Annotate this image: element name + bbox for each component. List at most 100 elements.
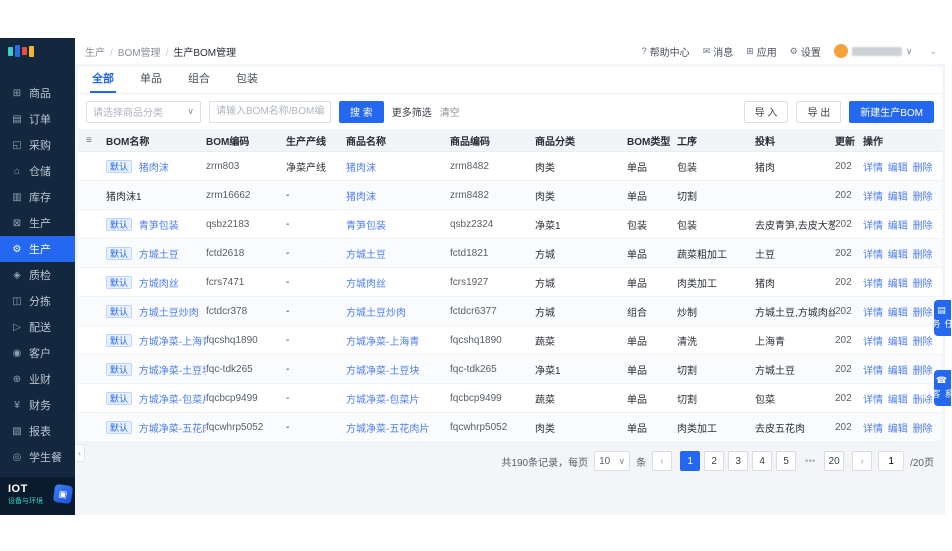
bom-name-link[interactable]: 方城土豆: [139, 250, 179, 261]
edit-link[interactable]: 编辑: [888, 366, 908, 377]
iot-footer[interactable]: IOT 设备与环境 ▣: [0, 477, 75, 515]
product-name-link[interactable]: 方城净菜-土豆块: [346, 366, 419, 377]
product-name-link[interactable]: 方城净菜-上海青: [346, 337, 419, 348]
delete-link[interactable]: 删除: [913, 337, 933, 348]
page-button[interactable]: •••: [800, 451, 820, 471]
page-button[interactable]: 5: [776, 451, 796, 471]
import-button[interactable]: 导 入: [744, 101, 789, 123]
sidebar-item[interactable]: ▧ 报表: [0, 418, 75, 444]
tab[interactable]: 组合: [186, 65, 212, 93]
breadcrumb-item[interactable]: BOM管理: [105, 44, 161, 59]
delete-link[interactable]: 删除: [913, 192, 933, 203]
breadcrumb-item[interactable]: 生产BOM管理: [161, 44, 237, 59]
floating-button[interactable]: ▤ 任务: [934, 300, 951, 336]
sidebar-item[interactable]: ◉ 客户: [0, 340, 75, 366]
detail-link[interactable]: 详情: [863, 221, 883, 232]
product-name-link[interactable]: 方城净菜-五花肉片: [346, 424, 429, 435]
bom-name-link[interactable]: 猪肉沫1: [106, 192, 142, 203]
detail-link[interactable]: 详情: [863, 192, 883, 203]
bom-name-link[interactable]: 方城净菜-土豆块: [139, 366, 206, 377]
sidebar-item[interactable]: ◱ 采购: [0, 132, 75, 158]
user-menu[interactable]: ∨: [834, 44, 913, 58]
product-name-link[interactable]: 方城净菜-包菜片: [346, 395, 419, 406]
floating-button[interactable]: ☎ 联系客服: [934, 370, 951, 406]
edit-link[interactable]: 编辑: [888, 424, 908, 435]
sidebar-item[interactable]: ⊠ 生产: [0, 210, 75, 236]
detail-link[interactable]: 详情: [863, 337, 883, 348]
detail-link[interactable]: 详情: [863, 308, 883, 319]
detail-link[interactable]: 详情: [863, 424, 883, 435]
edit-link[interactable]: 编辑: [888, 250, 908, 261]
sidebar-item[interactable]: ⊕ 业财: [0, 366, 75, 392]
delete-link[interactable]: 删除: [913, 366, 933, 377]
sidebar-item[interactable]: ▷ 配送: [0, 314, 75, 340]
edit-link[interactable]: 编辑: [888, 192, 908, 203]
bom-name-link[interactable]: 方城肉丝: [139, 279, 179, 290]
breadcrumb-item[interactable]: 生产: [85, 44, 105, 59]
header-action[interactable]: ✉ 消息: [703, 44, 734, 59]
product-name-link[interactable]: 方城肉丝: [346, 279, 386, 290]
detail-link[interactable]: 详情: [863, 163, 883, 174]
sidebar-item[interactable]: ⚙ 生产: [0, 236, 75, 262]
more-filters-link[interactable]: 更多筛选: [392, 104, 432, 119]
sidebar-item[interactable]: ◈ 质检: [0, 262, 75, 288]
bom-name-link[interactable]: 方城土豆炒肉: [139, 308, 199, 319]
delete-link[interactable]: 删除: [913, 250, 933, 261]
tab[interactable]: 单品: [138, 65, 164, 93]
page-button[interactable]: 3: [728, 451, 748, 471]
product-name-link[interactable]: 方城土豆炒肉: [346, 308, 406, 319]
bom-name-link[interactable]: 方城净菜-五花肉片: [139, 424, 206, 435]
page-button[interactable]: 1: [680, 451, 700, 471]
bom-name-link[interactable]: 方城净菜-包菜片: [139, 395, 206, 406]
search-button[interactable]: 搜 索: [339, 101, 384, 123]
keyword-input[interactable]: [209, 101, 331, 123]
tab[interactable]: 全部: [90, 65, 116, 93]
detail-link[interactable]: 详情: [863, 366, 883, 377]
delete-link[interactable]: 删除: [913, 424, 933, 435]
page-button[interactable]: 4: [752, 451, 772, 471]
per-page-select[interactable]: 10 ∨: [594, 451, 630, 471]
header-action[interactable]: ⊞ 应用: [746, 44, 777, 59]
bom-name-link[interactable]: 猪肉沫: [139, 163, 169, 174]
edit-link[interactable]: 编辑: [888, 395, 908, 406]
header-action[interactable]: ⚙ 设置: [790, 44, 821, 59]
header-action[interactable]: ? 帮助中心: [642, 44, 690, 59]
delete-link[interactable]: 删除: [913, 163, 933, 174]
edit-link[interactable]: 编辑: [888, 163, 908, 174]
sidebar-item[interactable]: ⊞ 商品: [0, 80, 75, 106]
prev-page-button[interactable]: ‹: [652, 451, 672, 471]
next-page-button[interactable]: ›: [852, 451, 872, 471]
sidebar-item[interactable]: ◫ 分拣: [0, 288, 75, 314]
product-name-link[interactable]: 方城土豆: [346, 250, 386, 261]
product-name-link[interactable]: 猪肉沫: [346, 163, 376, 174]
bom-name-link[interactable]: 青笋包装: [139, 221, 179, 232]
delete-link[interactable]: 删除: [913, 308, 933, 319]
sidebar-item[interactable]: ▥ 库存: [0, 184, 75, 210]
edit-link[interactable]: 编辑: [888, 337, 908, 348]
detail-link[interactable]: 详情: [863, 250, 883, 261]
window-collapse-icon[interactable]: ⌄: [929, 46, 937, 57]
tab[interactable]: 包装: [234, 65, 260, 93]
sidebar-item[interactable]: ◎ 学生餐: [0, 444, 75, 470]
detail-link[interactable]: 详情: [863, 395, 883, 406]
edit-link[interactable]: 编辑: [888, 308, 908, 319]
edit-link[interactable]: 编辑: [888, 279, 908, 290]
page-jump-input[interactable]: [878, 451, 904, 471]
detail-link[interactable]: 详情: [863, 279, 883, 290]
clear-filters-link[interactable]: 清空: [440, 104, 460, 119]
product-name-link[interactable]: 猪肉沫: [346, 192, 376, 203]
column-settings-icon[interactable]: ≡: [86, 135, 92, 146]
page-button[interactable]: 2: [704, 451, 724, 471]
bom-name-link[interactable]: 方城净菜-上海青: [139, 337, 206, 348]
delete-link[interactable]: 删除: [913, 279, 933, 290]
page-button[interactable]: 20: [824, 451, 844, 471]
edit-link[interactable]: 编辑: [888, 221, 908, 232]
product-name-link[interactable]: 青笋包装: [346, 221, 386, 232]
category-select[interactable]: 请选择商品分类 ∨: [86, 101, 201, 123]
create-bom-button[interactable]: 新建生产BOM: [849, 101, 934, 123]
delete-link[interactable]: 删除: [913, 221, 933, 232]
sidebar-item[interactable]: ⌂ 仓储: [0, 158, 75, 184]
sidebar-item[interactable]: ▤ 订单: [0, 106, 75, 132]
sidebar-item[interactable]: ¥ 财务: [0, 392, 75, 418]
export-button[interactable]: 导 出: [796, 101, 841, 123]
